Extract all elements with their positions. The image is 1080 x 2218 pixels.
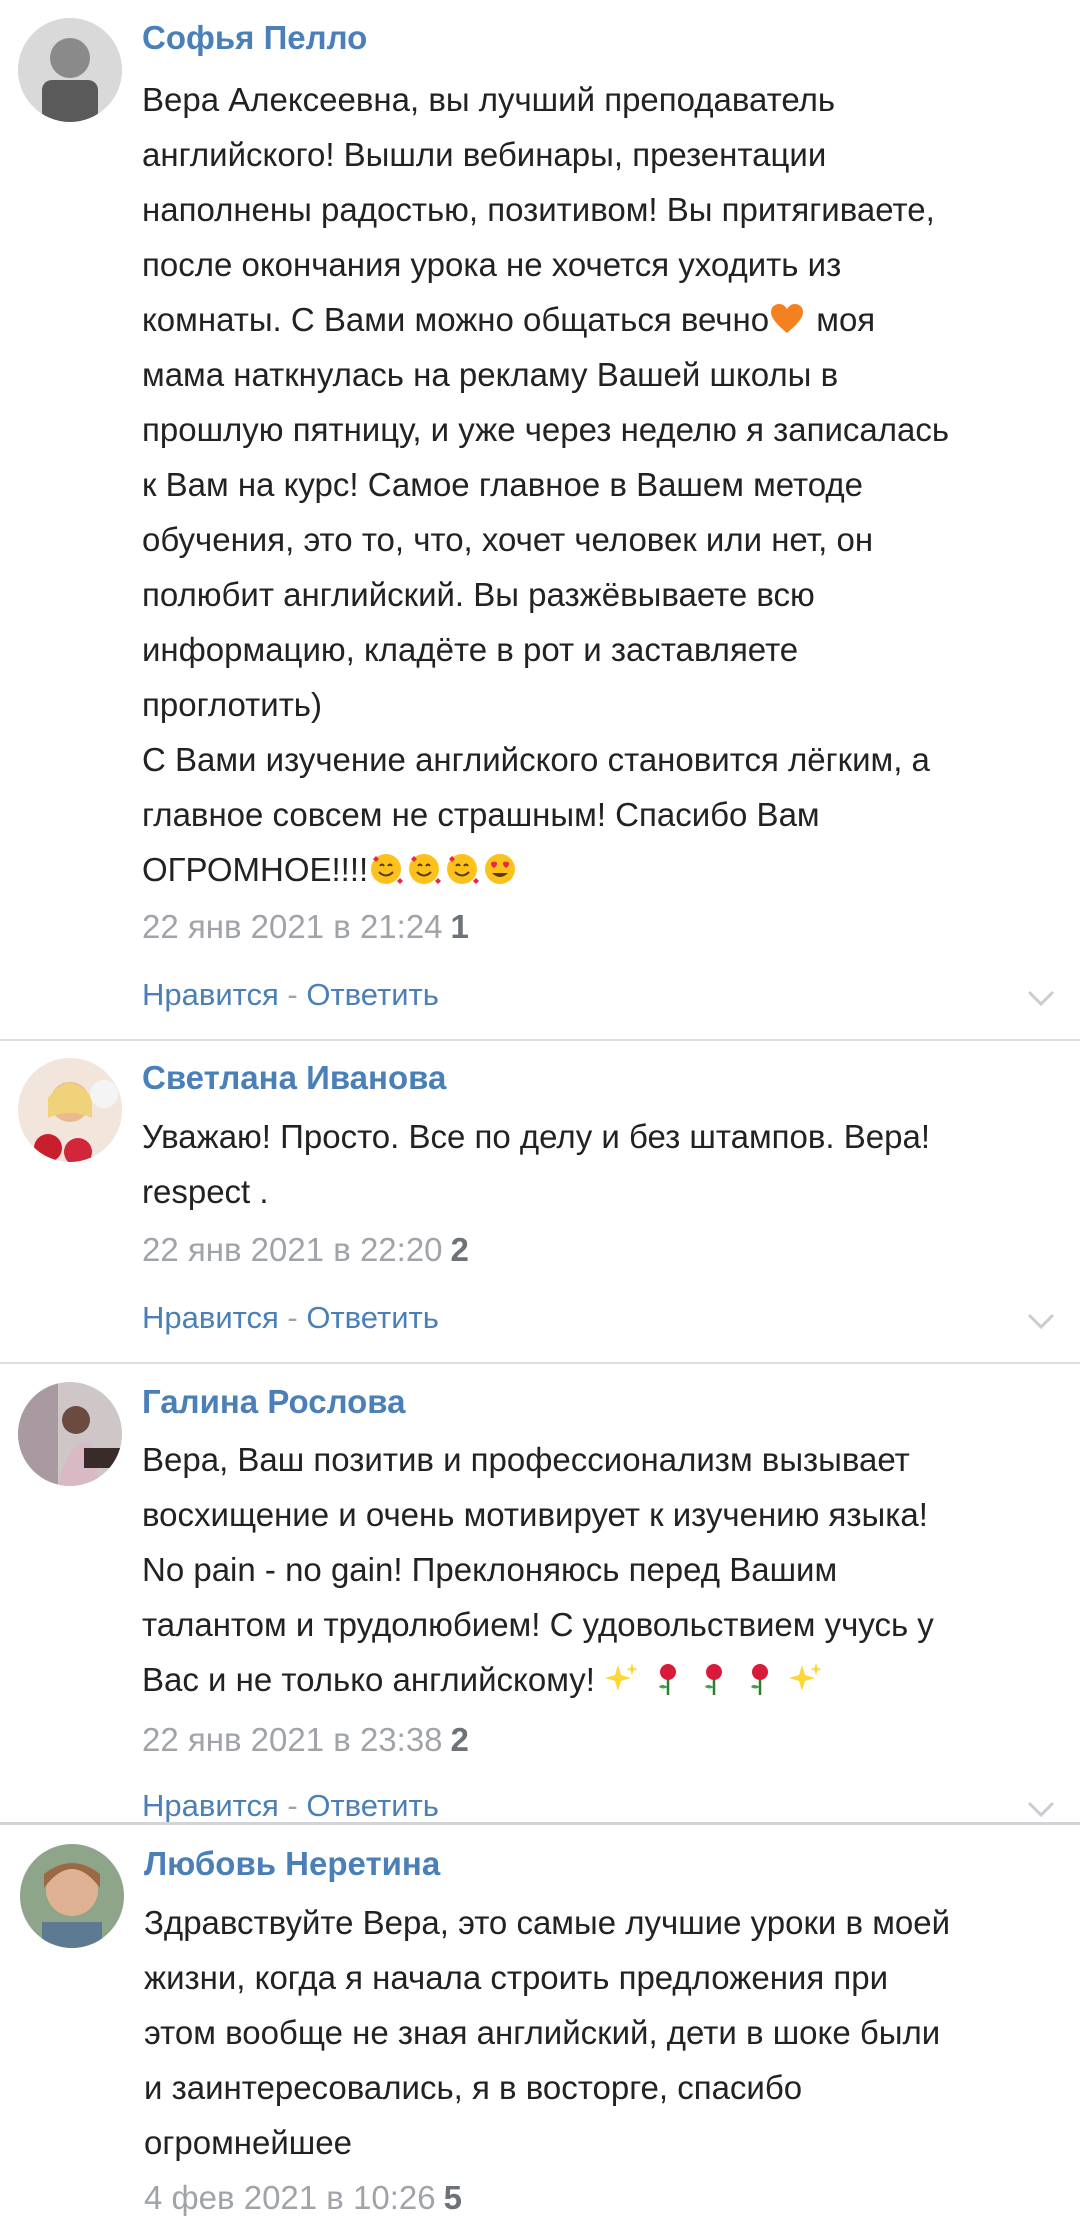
avatar[interactable] [18,1382,122,1486]
avatar[interactable] [20,1844,124,1948]
comment-actions: Нравится - Ответить [142,975,439,1015]
sparkles-icon [605,1663,639,1691]
comment-author[interactable]: Софья Пелло [142,18,367,58]
comment-text: Уважаю! Просто. Все по делу и без штампо… [142,1118,931,1210]
comment-date[interactable]: 22 янв 2021 в 22:20 [142,1231,443,1268]
comment-author[interactable]: Светлана Иванова [142,1058,446,1098]
heart-eyes-icon [485,854,516,884]
sparkles-icon [789,1663,823,1691]
comment-author[interactable]: Галина Рослова [142,1382,405,1422]
smiling-face-with-hearts-icon [409,854,442,884]
rose-icon [659,1664,677,1695]
comment-text: Вера Алексеевна, вы лучший преподаватель… [142,81,950,888]
like-count: 2 [450,1231,469,1268]
separator: - [278,1788,307,1823]
like-count: 5 [443,2179,462,2216]
smiling-face-with-hearts-icon [371,854,404,884]
rose-icon [751,1664,769,1695]
chevron-down-icon[interactable] [1026,988,1056,1008]
avatar[interactable] [18,18,122,122]
divider [0,1822,1080,1825]
comment-meta: 4 фев 2021 в 10:26 5 [144,2178,462,2218]
comment-date[interactable]: 22 янв 2021 в 21:24 [142,908,443,945]
comment-meta: 22 янв 2021 в 21:24 1 [142,907,469,947]
comment-text: Вера, Ваш позитив и профессионализм вызы… [142,1441,934,1698]
chevron-down-icon[interactable] [1026,1311,1056,1331]
like-link[interactable]: Нравится [142,1788,279,1823]
smiling-face-with-hearts-icon [447,854,480,884]
comment-date[interactable]: 22 янв 2021 в 23:38 [142,1721,443,1758]
comment-meta: 22 янв 2021 в 23:38 2 [142,1720,469,1760]
comment-author[interactable]: Любовь Неретина [144,1844,440,1884]
rose-icon [705,1664,723,1695]
comment-text: Здравствуйте Вера, это самые лучшие урок… [144,1904,951,2161]
comment-meta: 22 янв 2021 в 22:20 2 [142,1230,469,1270]
reply-link[interactable]: Ответить [306,977,439,1012]
separator: - [278,977,307,1012]
avatar[interactable] [18,1058,122,1162]
comment-actions: Нравится - Ответить [142,1298,439,1338]
divider [0,1362,1080,1364]
reply-link[interactable]: Ответить [306,1300,439,1335]
orange-heart-icon [771,304,804,333]
like-count: 2 [450,1721,469,1758]
comment-date[interactable]: 4 фев 2021 в 10:26 [144,2179,436,2216]
comment-actions: Нравится - Ответить [142,1786,439,1826]
like-link[interactable]: Нравится [142,977,279,1012]
chevron-down-icon[interactable] [1026,1799,1056,1819]
like-link[interactable]: Нравится [142,1300,279,1335]
reply-link[interactable]: Ответить [306,1788,439,1823]
like-count: 1 [450,908,469,945]
divider [0,1039,1080,1041]
separator: - [278,1300,307,1335]
